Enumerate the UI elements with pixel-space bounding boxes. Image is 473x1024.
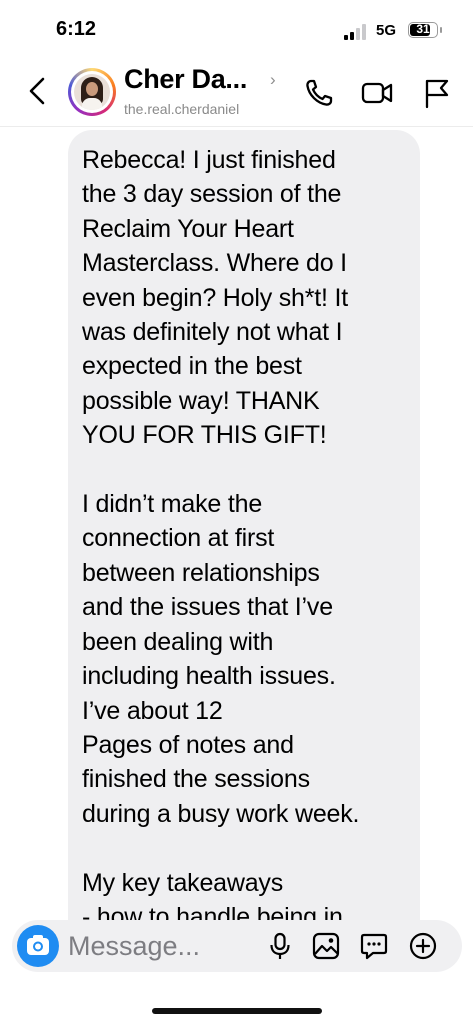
- contact-avatar[interactable]: [68, 68, 116, 116]
- avatar-photo: [74, 74, 110, 110]
- microphone-icon: [270, 932, 290, 959]
- camera-button[interactable]: [17, 925, 59, 967]
- network-type: 5G: [376, 22, 397, 39]
- battery-level: 31: [416, 22, 430, 36]
- flag-icon: [425, 79, 449, 109]
- report-button[interactable]: [420, 76, 454, 110]
- contact-handle: the.real.cherdaniel: [124, 101, 240, 117]
- voice-message-button[interactable]: [265, 931, 295, 961]
- home-indicator[interactable]: [152, 1008, 322, 1014]
- sticker-icon: [360, 933, 388, 960]
- message-composer: [12, 920, 462, 972]
- battery-icon: 31: [408, 22, 438, 38]
- call-button[interactable]: [302, 76, 336, 110]
- status-bar: 6:12 5G 31: [0, 0, 473, 60]
- message-text: Rebecca! I just finished the 3 day sessi…: [82, 146, 360, 920]
- message-thread[interactable]: Rebecca! I just finished the 3 day sessi…: [0, 127, 473, 920]
- phone-icon: [306, 79, 333, 106]
- sticker-button[interactable]: [359, 931, 389, 961]
- signal-strength-icon: [344, 22, 370, 40]
- chat-header: Cher Da... › the.real.cherdaniel: [0, 60, 473, 127]
- chevron-right-icon[interactable]: ›: [270, 70, 276, 90]
- video-call-button[interactable]: [360, 76, 394, 110]
- message-input[interactable]: [68, 928, 268, 964]
- back-button[interactable]: [24, 74, 52, 108]
- battery-cap: [440, 27, 442, 33]
- gallery-button[interactable]: [311, 931, 341, 961]
- back-arrow-icon: [29, 77, 45, 105]
- status-time: 6:12: [56, 18, 97, 40]
- camera-icon: [27, 935, 49, 955]
- gallery-icon: [312, 932, 340, 960]
- video-camera-icon: [361, 82, 393, 104]
- more-button[interactable]: [408, 931, 438, 961]
- contact-name[interactable]: Cher Da...: [124, 64, 247, 95]
- plus-icon: [409, 932, 437, 960]
